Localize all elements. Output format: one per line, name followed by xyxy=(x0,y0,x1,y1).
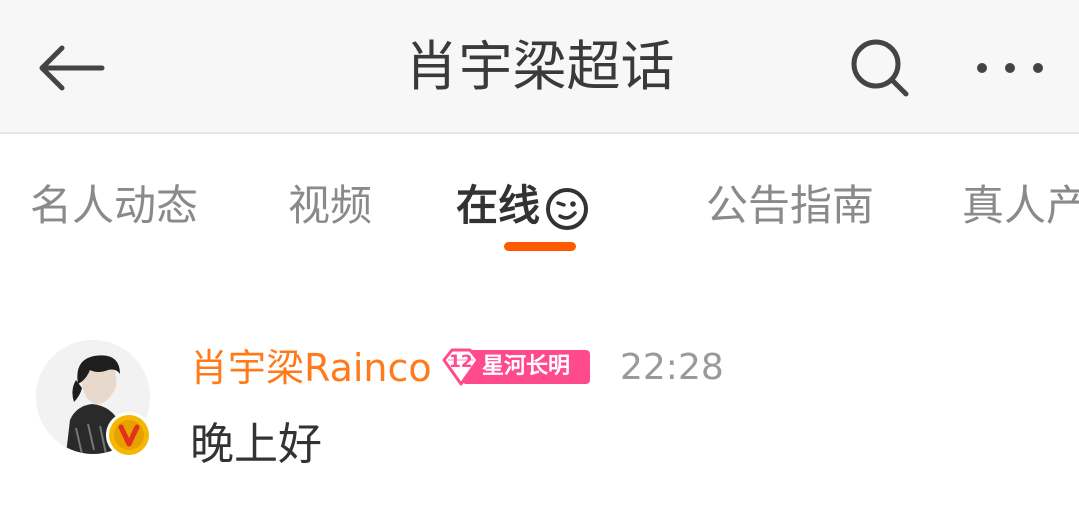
tab-video[interactable]: 视频 xyxy=(288,176,372,236)
message-text: 晚上好 xyxy=(190,419,322,470)
tab-announcement-guide[interactable]: 公告指南 xyxy=(706,176,874,236)
smiley-wink-icon xyxy=(546,187,589,230)
tab-bar: 名人动态 视频 在线 公告指南 真人产 xyxy=(0,136,1079,266)
tab-celebrity-news[interactable]: 名人动态 xyxy=(30,176,198,236)
page-title: 肖宇梁超话 xyxy=(404,35,675,98)
top-bar: 肖宇梁超话 xyxy=(0,0,1079,134)
more-dots-icon xyxy=(977,63,1043,73)
more-button[interactable] xyxy=(970,48,1050,88)
tab-real-person[interactable]: 真人产 xyxy=(962,176,1079,236)
verified-badge xyxy=(106,412,152,458)
search-icon xyxy=(851,39,909,97)
active-tab-indicator xyxy=(504,242,576,251)
verified-v-icon xyxy=(109,415,149,455)
message-timestamp: 22:28 xyxy=(620,347,724,388)
fan-level-badge[interactable]: 12 星河长明 xyxy=(438,346,590,388)
tab-online-label: 在线 xyxy=(456,181,541,230)
search-button[interactable] xyxy=(846,34,916,104)
fan-badge-text: 星河长明 xyxy=(482,354,571,379)
tab-online[interactable]: 在线 xyxy=(456,176,590,236)
username[interactable]: 肖宇梁Rainco xyxy=(190,345,432,391)
fan-badge-level: 12 xyxy=(449,352,473,372)
